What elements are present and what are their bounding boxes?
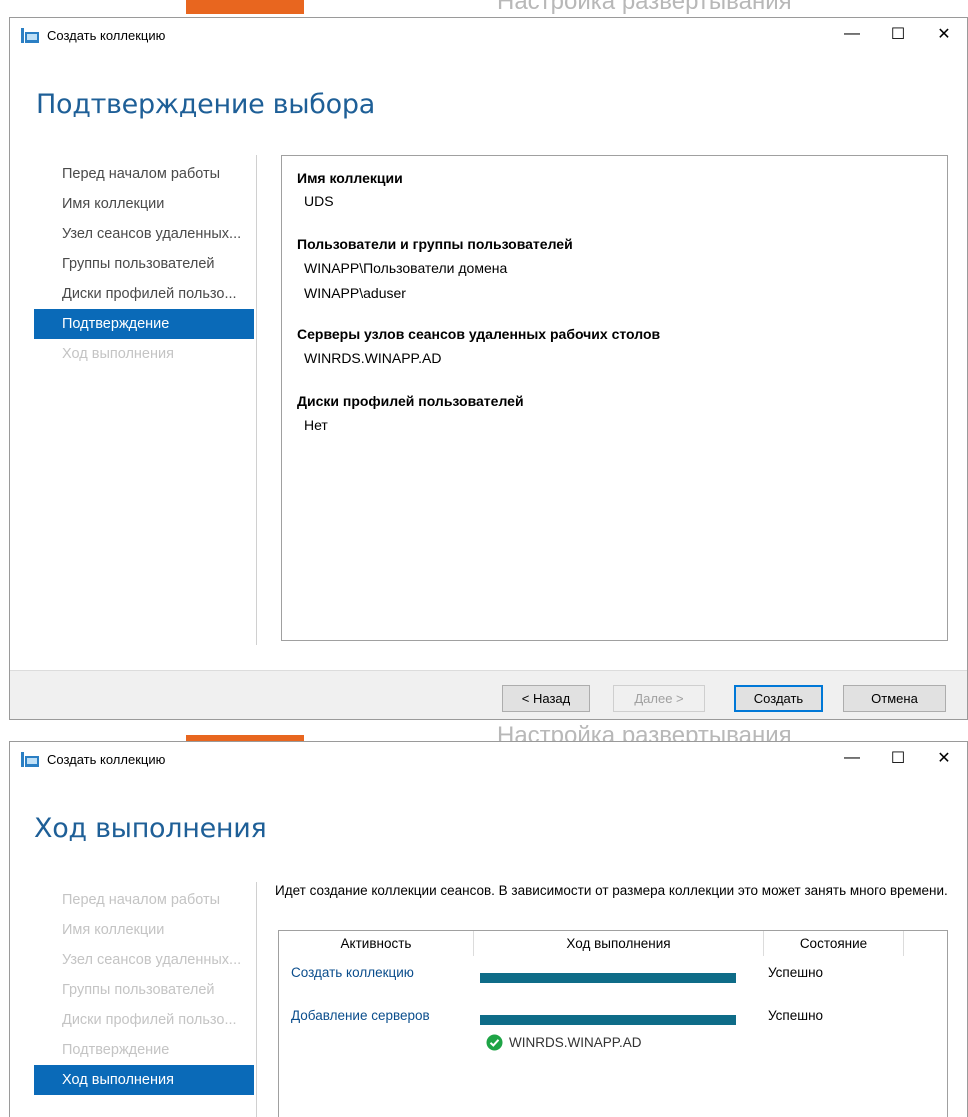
wizard-footer: < Назад Далее > Создать Отмена [10,670,967,719]
background-orange-tab [186,0,304,14]
title-bar[interactable]: Создать коллекцию — ☐ ✕ [10,742,967,778]
value-user-group-2: WINAPP\aduser [304,285,406,301]
column-header-progress[interactable]: Ход выполнения [474,931,764,956]
row-status-2: Успешно [768,1008,824,1023]
maximize-button[interactable]: ☐ [875,18,921,50]
collection-app-icon [21,28,39,43]
nav-divider [256,155,257,645]
section-title-users-groups: Пользователи и группы пользователей [297,236,573,252]
wizard-nav: Перед началом работы Имя коллекции Узел … [34,885,254,1095]
back-button[interactable]: < Назад [502,685,590,712]
nav-item-session-host[interactable]: Узел сеансов удаленных... [34,219,254,249]
column-header-filler [904,931,946,956]
column-header-status[interactable]: Состояние [764,931,904,956]
nav-item-session-host: Узел сеансов удаленных... [62,952,242,968]
sub-item-server-label: WINRDS.WINAPP.AD [509,1035,642,1050]
nav-divider [256,882,257,1117]
row-activity-create-collection: Создать коллекцию [291,965,414,980]
value-session-host: WINRDS.WINAPP.AD [304,350,442,366]
value-collection-name: UDS [304,193,334,209]
section-title-profile-disks: Диски профилей пользователей [297,393,524,409]
nav-item-before-you-begin[interactable]: Перед началом работы [34,159,254,189]
column-header-activity[interactable]: Активность [279,931,474,956]
nav-item-before-you-begin: Перед началом работы [62,892,221,908]
nav-item-collection-name: Имя коллекции [62,922,165,938]
window-title: Создать коллекцию [47,28,166,43]
wizard-window-progress: Создать коллекцию — ☐ ✕ Ход выполнения П… [9,741,968,1117]
background-window-title: Настройка развертывания [497,0,792,15]
section-title-collection-name: Имя коллекции [297,170,403,186]
progress-fill-2 [480,1015,736,1025]
wizard-nav: Перед началом работы Имя коллекции Узел … [34,159,254,369]
window-title: Создать коллекцию [47,752,166,767]
close-button[interactable]: ✕ [921,742,967,774]
row-progress-bar-1 [480,973,736,983]
nav-item-collection-name[interactable]: Имя коллекции [34,189,254,219]
nav-item-user-profile-disks: Диски профилей пользо... [62,1012,237,1028]
progress-description: Идет создание коллекции сеансов. В завис… [275,883,948,898]
nav-item-progress: Ход выполнения [62,346,174,362]
maximize-button[interactable]: ☐ [875,742,921,774]
minimize-button[interactable]: — [829,18,875,50]
sub-item-server: WINRDS.WINAPP.AD [486,1034,642,1051]
row-activity-add-servers: Добавление серверов [291,1008,430,1023]
nav-item-confirmation: Подтверждение [62,1042,170,1058]
collection-app-icon [21,752,39,767]
wizard-window-confirmation: Создать коллекцию — ☐ ✕ Подтверждение вы… [9,17,968,720]
confirmation-panel: Имя коллекции UDS Пользователи и группы … [281,155,948,641]
page-heading: Ход выполнения [34,813,267,844]
section-title-session-hosts: Серверы узлов сеансов удаленных рабочих … [297,326,661,342]
nav-item-user-profile-disks[interactable]: Диски профилей пользо... [34,279,254,309]
value-profile-disks: Нет [304,417,328,433]
row-progress-bar-2 [480,1015,736,1025]
nav-item-user-groups[interactable]: Группы пользователей [34,249,254,279]
title-bar[interactable]: Создать коллекцию — ☐ ✕ [10,18,967,54]
progress-fill-1 [480,973,736,983]
row-status-1: Успешно [768,965,824,980]
next-button: Далее > [613,685,705,712]
check-circle-icon [486,1034,503,1051]
minimize-button[interactable]: — [829,742,875,774]
page-heading: Подтверждение выбора [36,89,375,120]
nav-item-user-groups: Группы пользователей [62,982,215,998]
nav-item-confirmation[interactable]: Подтверждение [34,309,254,339]
progress-grid: Активность Ход выполнения Состояние Созд… [278,930,948,1117]
create-button[interactable]: Создать [734,685,823,712]
value-user-group-1: WINAPP\Пользователи домена [304,260,508,276]
close-button[interactable]: ✕ [921,18,967,50]
nav-item-progress[interactable]: Ход выполнения [34,1065,254,1095]
cancel-button[interactable]: Отмена [843,685,946,712]
